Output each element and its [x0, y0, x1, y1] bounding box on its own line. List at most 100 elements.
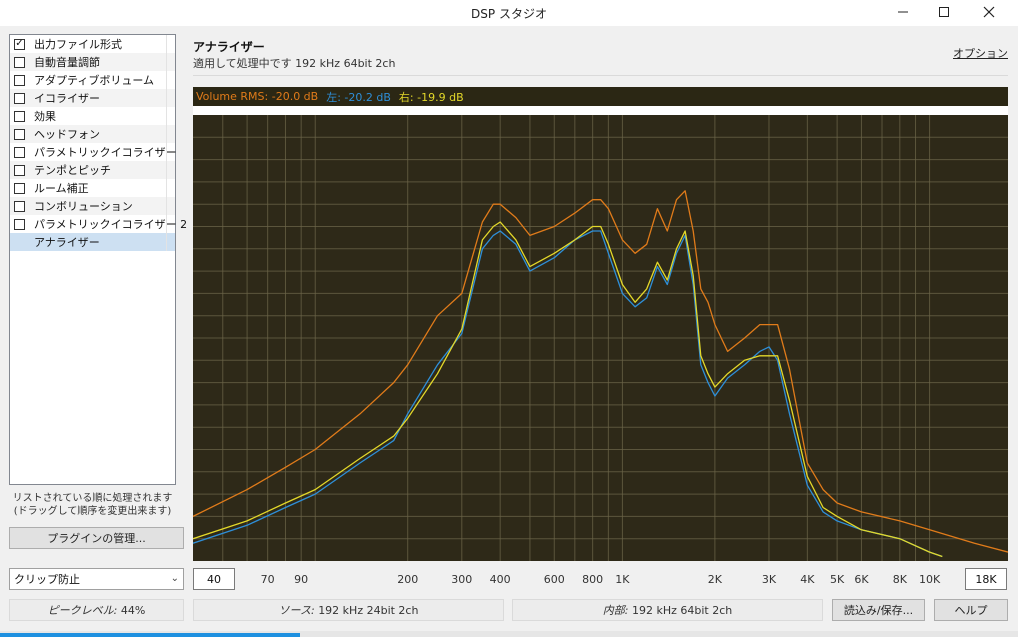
close-button[interactable]	[966, 0, 1012, 24]
plugin-item[interactable]: アナライザー	[10, 233, 175, 251]
column-divider	[166, 35, 167, 53]
frequency-tick-label: 70	[260, 573, 275, 586]
frequency-tick-label: 1K	[615, 573, 630, 586]
volume-rms-label: Volume RMS: -20.0 dB	[196, 90, 319, 103]
internal-format-status: 内部: 192 kHz 64bit 2ch	[512, 599, 823, 621]
frequency-tick-label: 600	[543, 573, 565, 586]
plugin-item[interactable]: 効果	[10, 107, 175, 125]
manage-plugins-button[interactable]: プラグインの管理...	[9, 527, 184, 549]
plugin-item[interactable]: パラメトリックイコライザー 2	[10, 215, 187, 233]
column-divider	[166, 125, 167, 143]
frequency-tick-label: 6K	[854, 573, 869, 586]
window-title: DSP スタジオ	[471, 7, 547, 21]
plugin-item[interactable]: ヘッドフォン	[10, 125, 175, 143]
plugin-item-label: コンボリューション	[34, 200, 133, 213]
column-divider	[166, 53, 167, 71]
minimize-button[interactable]	[880, 0, 926, 24]
maximize-icon	[939, 7, 949, 17]
help-button[interactable]: ヘルプ	[934, 599, 1008, 621]
list-hint-line1: リストされている順に処理されます	[12, 493, 173, 504]
header-divider	[193, 75, 1008, 76]
checkbox-icon[interactable]	[14, 182, 25, 194]
source-format-status: ソース: 192 kHz 24bit 2ch	[193, 599, 504, 621]
close-icon	[983, 6, 995, 18]
maximize-button[interactable]	[921, 0, 967, 24]
min-frequency-field[interactable]: 40	[193, 568, 235, 590]
plugin-item[interactable]: テンポとピッチ	[10, 161, 175, 179]
frequency-tick-label: 3K	[761, 573, 777, 586]
checkbox-icon[interactable]	[14, 92, 25, 104]
title-bar: DSP スタジオ	[0, 0, 1018, 26]
plugin-item-label: 出力ファイル形式	[34, 38, 122, 51]
load-save-button[interactable]: 読込み/保存...	[832, 599, 925, 621]
checkbox-checked-icon[interactable]: ✓	[14, 38, 25, 50]
plugin-item-label: テンポとピッチ	[34, 164, 111, 177]
column-divider	[166, 161, 167, 179]
plugin-item[interactable]: コンボリューション	[10, 197, 175, 215]
chevron-down-icon: ⌄	[170, 573, 179, 584]
minimize-icon	[898, 11, 908, 13]
list-hint: リストされている順に処理されます (ドラッグして順序を変更出来ます)	[9, 492, 176, 518]
checkbox-icon[interactable]	[14, 146, 25, 158]
column-divider	[166, 143, 167, 161]
frequency-tick-label: 90	[294, 573, 309, 586]
checkbox-icon[interactable]	[14, 110, 25, 122]
right-rms-label: 右: -19.9 dB	[398, 90, 464, 104]
plugin-item[interactable]: パラメトリックイコライザー	[10, 143, 177, 161]
frequency-tick-label: 2K	[707, 573, 722, 586]
plugin-item[interactable]: ルーム補正	[10, 179, 175, 197]
plugin-item-label: 効果	[34, 110, 56, 123]
spectrum-svg	[193, 115, 1008, 561]
plugin-item[interactable]: イコライザー	[10, 89, 175, 107]
plugin-item-label: アダプティブボリューム	[34, 74, 155, 87]
clip-protection-select[interactable]: クリップ防止 ⌄	[9, 568, 184, 590]
rms-readout: Volume RMS: -20.0 dB 左: -20.2 dB 右: -19.…	[193, 87, 1008, 106]
checkbox-icon[interactable]	[14, 218, 25, 230]
plugin-item[interactable]: 自動音量調節	[10, 53, 175, 71]
frequency-tick-label: 5K	[830, 573, 845, 586]
plugin-item[interactable]: アダプティブボリューム	[10, 71, 175, 89]
clip-protection-value: クリップ防止	[14, 573, 80, 586]
frequency-tick-label: 300	[451, 573, 473, 586]
plugin-item-label: イコライザー	[34, 92, 100, 105]
spectrum-chart	[193, 115, 1008, 561]
frequency-tick-label: 10K	[918, 573, 941, 586]
progress-accent	[0, 633, 300, 637]
checkbox-icon[interactable]	[14, 164, 25, 176]
plugin-item-label: パラメトリックイコライザー 2	[34, 218, 188, 231]
plugin-item-label: ヘッドフォン	[34, 128, 100, 141]
column-divider	[166, 107, 167, 125]
peak-level-value: 44%	[120, 603, 146, 617]
column-divider	[166, 179, 167, 197]
checkbox-icon[interactable]	[14, 56, 25, 68]
internal-value: 192 kHz 64bit 2ch	[631, 603, 733, 617]
peak-level-label: ピークレベル:	[47, 604, 118, 617]
peak-level-status: ピークレベル: 44%	[9, 599, 184, 621]
panel-subtitle: 適用して処理中です 192 kHz 64bit 2ch	[193, 57, 396, 70]
plugin-item-label: 自動音量調節	[34, 56, 100, 69]
column-divider	[166, 71, 167, 89]
plugin-item-label: ルーム補正	[34, 182, 89, 195]
checkbox-icon[interactable]	[14, 200, 25, 212]
rms-separator	[193, 106, 1008, 115]
column-divider	[166, 197, 167, 215]
left-rms-label: 左: -20.2 dB	[326, 90, 391, 104]
checkbox-icon[interactable]	[14, 128, 25, 140]
source-value: 192 kHz 24bit 2ch	[318, 603, 419, 617]
frequency-tick-label: 8K	[892, 573, 907, 586]
plugin-item[interactable]: ✓ 出力ファイル形式	[10, 35, 175, 53]
options-link[interactable]: オプション	[953, 45, 1008, 61]
plugin-list[interactable]: ✓ 出力ファイル形式 自動音量調節アダプティブボリューム イコライザー 効果ヘッドフォン…	[9, 34, 187, 485]
frequency-tick-label: 400	[489, 573, 511, 586]
panel-title: アナライザー	[193, 40, 265, 54]
frequency-tick-label: 800	[582, 573, 604, 586]
source-label: ソース:	[278, 604, 315, 617]
checkbox-icon[interactable]	[14, 74, 25, 86]
column-divider	[166, 89, 167, 107]
max-frequency-field[interactable]: 18K	[965, 568, 1007, 590]
plugin-item-label: アナライザー	[34, 236, 100, 249]
frequency-tick-label: 4K	[800, 573, 815, 586]
column-divider	[166, 215, 167, 233]
list-hint-line2: (ドラッグして順序を変更出来ます)	[13, 506, 172, 517]
column-divider	[166, 233, 167, 251]
